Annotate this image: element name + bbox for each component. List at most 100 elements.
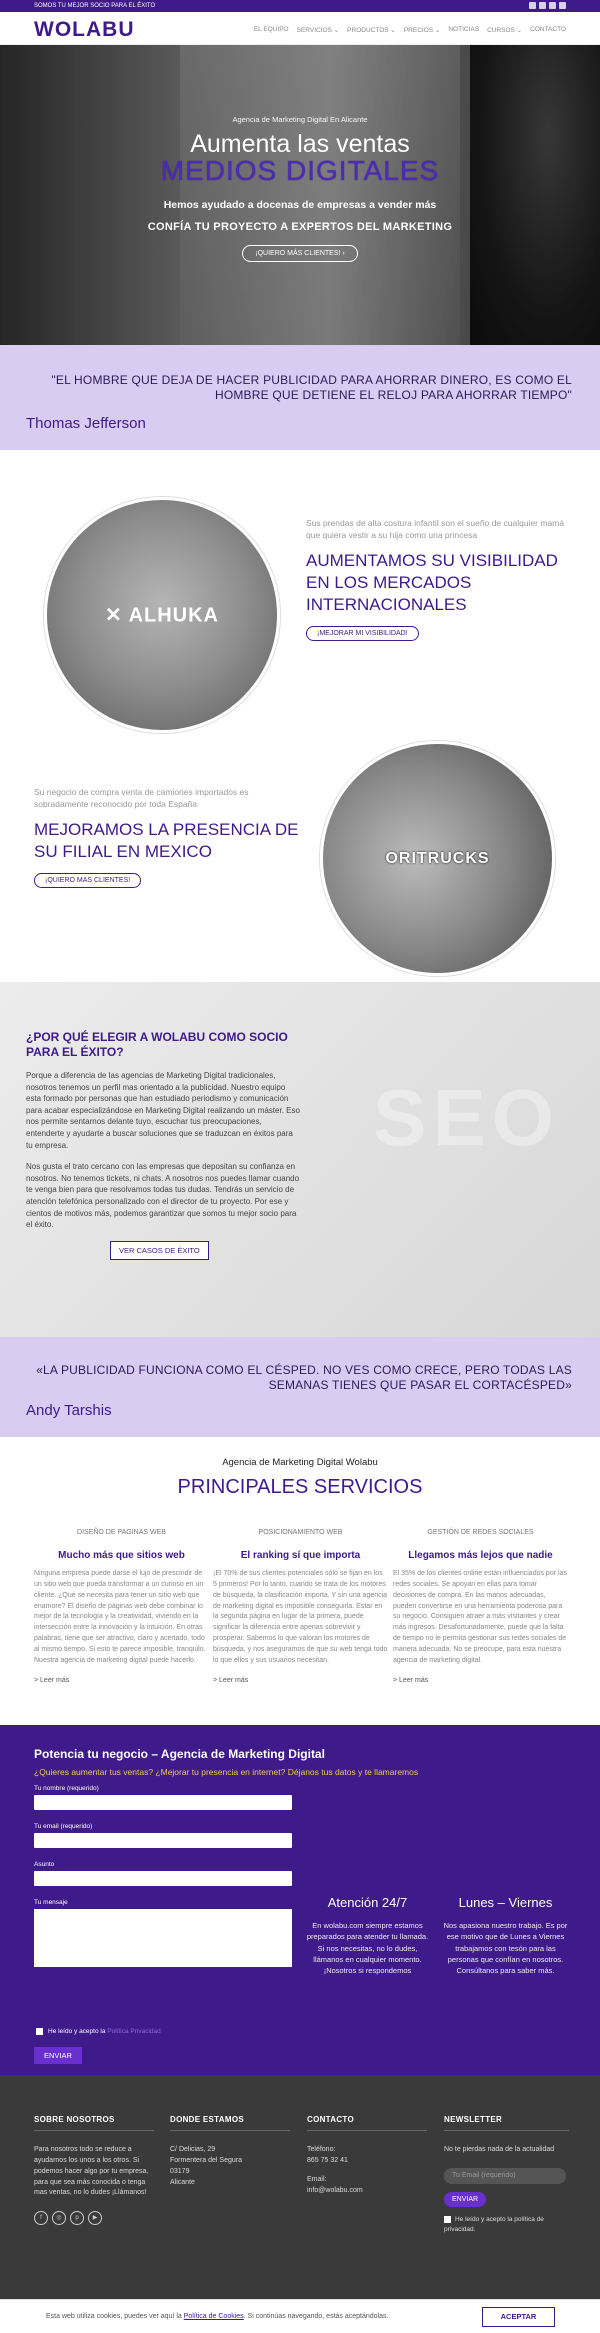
instagram-icon[interactable]: ◎ bbox=[52, 2211, 66, 2226]
footer-social: f ◎ p ▶ bbox=[34, 2211, 154, 2226]
send-button[interactable]: ENVIAR bbox=[34, 2047, 82, 2064]
feature-description: Su negocio de compra venta de camiones i… bbox=[34, 787, 249, 809]
menu-noticias[interactable]: NOTICIAS bbox=[448, 26, 479, 34]
service-tag: DISEÑO DE PAGINAS WEB bbox=[77, 1529, 166, 1536]
why-section: SEO ¿POR QUÉ ELEGIR A WOLABU COMO SOCIO … bbox=[0, 982, 600, 1337]
service-seo: POSICIONAMIENTO WEB El ranking sí que im… bbox=[213, 1529, 388, 1684]
youtube-icon[interactable]: ▶ bbox=[88, 2211, 102, 2226]
newsletter-checkbox[interactable] bbox=[444, 2215, 451, 2223]
menu-equipo[interactable]: EL EQUIPO bbox=[254, 26, 289, 34]
footer-heading: DONDE ESTAMOS bbox=[170, 2115, 290, 2131]
youtube-icon[interactable] bbox=[559, 2, 566, 9]
cookie-bar: Esta web utiliza cookies, puedes ver aqu… bbox=[0, 2299, 600, 2333]
hero-rotating-text: MEDIOS DIGITALES bbox=[160, 155, 440, 186]
menu-precios[interactable]: PRECIOS ⌄ bbox=[404, 26, 441, 34]
privacy-checkbox[interactable] bbox=[36, 2028, 43, 2035]
oritrucks-image: ORITRUCKS bbox=[320, 741, 555, 976]
footer-heading: CONTACTO bbox=[307, 2115, 427, 2131]
footer: SOBRE NOSOTROS Para nosotros todo se red… bbox=[0, 2075, 600, 2299]
service-heading: Llegamos más lejos que nadie bbox=[408, 1550, 553, 1561]
instagram-icon[interactable] bbox=[539, 2, 546, 9]
top-social-icons bbox=[529, 2, 566, 9]
accept-cookies-button[interactable]: ACEPTAR bbox=[482, 2307, 555, 2327]
hero-help-text: Hemos ayudado a docenas de empresas a ve… bbox=[163, 199, 437, 211]
footer-text: Para nosotros todo se reduce a ayudarnos… bbox=[34, 2146, 149, 2197]
feature-heading: AUMENTAMOS SU VISIBILIDAD EN LOS MERCADO… bbox=[306, 550, 558, 614]
cookie-text: Esta web utiliza cookies, puedes ver aqu… bbox=[46, 2313, 389, 2320]
read-more-link[interactable]: > Leer más bbox=[213, 1677, 388, 1684]
hero-trust-text: CONFÍA TU PROYECTO A EXPERTOS DEL MARKET… bbox=[147, 221, 453, 233]
service-heading: El ranking sí que importa bbox=[240, 1550, 361, 1561]
feature-description: Sus prendas de alta costura infantil son… bbox=[306, 518, 564, 540]
why-title: ¿POR QUÉ ELEGIR A WOLABU COMO SOCIO PARA… bbox=[26, 1030, 288, 1059]
main-nav: WOLABU EL EQUIPO SERVICIOS ⌄ PRODUCTOS ⌄… bbox=[0, 12, 600, 45]
menu-productos[interactable]: PRODUCTOS ⌄ bbox=[347, 26, 396, 34]
service-tag: POSICIONAMIENTO WEB bbox=[258, 1529, 343, 1536]
footer-contact: CONTACTO Teléfono: 865 75 32 41 Email: i… bbox=[307, 2115, 427, 2196]
oritrucks-logo: ORITRUCKS bbox=[385, 849, 490, 867]
service-social: GESTIÓN DE REDES SOCIALES Llegamos más l… bbox=[393, 1529, 568, 1684]
info-heading: Atención 24/7 bbox=[327, 1895, 408, 1910]
quote-author: Andy Tarshis bbox=[26, 1402, 112, 1419]
menu: EL EQUIPO SERVICIOS ⌄ PRODUCTOS ⌄ PRECIO… bbox=[254, 26, 566, 34]
footer-heading: SOBRE NOSOTROS bbox=[34, 2115, 154, 2131]
cookie-policy-link[interactable]: Política de Cookies bbox=[184, 2313, 244, 2320]
message-textarea[interactable] bbox=[34, 1909, 292, 1967]
alhuka-logo: ✕ ALHUKA bbox=[104, 604, 219, 627]
hero-subtitle: Agencia de Marketing Digital En Alicante bbox=[232, 115, 368, 124]
name-label: Tu nombre (requerido) bbox=[34, 1785, 99, 1792]
menu-cursos[interactable]: CURSOS ⌄ bbox=[487, 26, 522, 34]
read-more-link[interactable]: > Leer más bbox=[34, 1677, 209, 1684]
name-input[interactable] bbox=[34, 1795, 292, 1810]
email-label: Tu email (requerido) bbox=[34, 1823, 93, 1830]
footer-address: C/ Delicias, 29 Formentera del Segura 03… bbox=[170, 2146, 242, 2186]
menu-contacto[interactable]: CONTACTO bbox=[530, 26, 566, 34]
seo-background-image: SEO bbox=[373, 1073, 560, 1162]
facebook-icon[interactable] bbox=[529, 2, 536, 9]
email-label: Email: bbox=[307, 2175, 327, 2183]
quote-jefferson: "EL HOMBRE QUE DEJA DE HACER PUBLICIDAD … bbox=[0, 345, 600, 450]
feature-alhuka: Sus prendas de alta costura infantil son… bbox=[306, 518, 576, 642]
service-tag: GESTIÓN DE REDES SOCIALES bbox=[427, 1529, 534, 1536]
subject-input[interactable] bbox=[34, 1871, 292, 1886]
info-text: En wolabu.com siempre estamos preparados… bbox=[306, 1921, 429, 1975]
success-cases-button[interactable]: VER CASOS DE ÉXITO bbox=[110, 1240, 209, 1260]
footer-text: No te pierdas nada de la actualidad bbox=[444, 2146, 555, 2153]
services-title: PRINCIPALES SERVICIOS bbox=[177, 1476, 423, 1498]
privacy-link[interactable]: Política Privacidad bbox=[107, 2028, 160, 2035]
service-web-design: DISEÑO DE PAGINAS WEB Mucho más que siti… bbox=[34, 1529, 209, 1684]
email-link[interactable]: info@wolabu.com bbox=[307, 2186, 427, 2197]
hero-content: Agencia de Marketing Digital En Alicante… bbox=[0, 115, 600, 262]
newsletter-email-input[interactable]: Tu Email (requerido) bbox=[444, 2167, 566, 2184]
top-bar: SOMOS TU MEJOR SOCIO PARA EL ÉXITO bbox=[0, 0, 600, 12]
services-section: Agencia de Marketing Digital Wolabu PRIN… bbox=[0, 1437, 600, 1725]
email-input[interactable] bbox=[34, 1833, 292, 1848]
logo[interactable]: WOLABU bbox=[34, 18, 134, 42]
facebook-icon[interactable]: f bbox=[34, 2211, 48, 2226]
quote-tarshis: «LA PUBLICIDAD FUNCIONA COMO EL CÉSPED. … bbox=[0, 1337, 600, 1437]
read-more-link[interactable]: > Leer más bbox=[393, 1677, 568, 1684]
feature-oritrucks: Su negocio de compra venta de camiones i… bbox=[34, 787, 304, 888]
info-heading: Lunes – Viernes bbox=[458, 1895, 553, 1910]
hero: Agencia de Marketing Digital En Alicante… bbox=[0, 45, 600, 345]
service-text: ¡El 70% de sus clientes potenciales sólo… bbox=[213, 1570, 388, 1664]
improve-visibility-button[interactable]: ¡MEJORAR MI VISIBILIDAD! bbox=[306, 626, 419, 642]
pinterest-icon[interactable] bbox=[549, 2, 556, 9]
footer-where: DONDE ESTAMOS C/ Delicias, 29 Formentera… bbox=[170, 2115, 290, 2188]
services-subtitle: Agencia de Marketing Digital Wolabu bbox=[222, 1457, 378, 1468]
newsletter-send-button[interactable]: ENVIAR bbox=[444, 2191, 487, 2207]
footer-about: SOBRE NOSOTROS Para nosotros todo se red… bbox=[34, 2115, 154, 2226]
form-title: Potencia tu negocio – Agencia de Marketi… bbox=[34, 1747, 325, 1761]
hero-cta-button[interactable]: ¡QUIERO MÁS CLIENTES! › bbox=[242, 245, 358, 262]
quote-author: Thomas Jefferson bbox=[26, 415, 146, 432]
more-clients-button[interactable]: ¡QUIERO MAS CLIENTES! bbox=[34, 872, 142, 888]
form-intro: ¿Quieres aumentar tus ventas? ¿Mejorar t… bbox=[34, 1767, 419, 1777]
quote-text: "EL HOMBRE QUE DEJA DE HACER PUBLICIDAD … bbox=[51, 373, 572, 402]
pinterest-icon[interactable]: p bbox=[70, 2211, 84, 2226]
service-text: Ninguna empresa puede darse el lujo de p… bbox=[34, 1570, 206, 1664]
alhuka-image: ✕ ALHUKA bbox=[44, 497, 280, 733]
footer-newsletter: NEWSLETTER No te pierdas nada de la actu… bbox=[444, 2115, 569, 2236]
phone-number[interactable]: 865 75 32 41 bbox=[307, 2156, 427, 2167]
menu-servicios[interactable]: SERVICIOS ⌄ bbox=[297, 26, 340, 34]
top-bar-text: SOMOS TU MEJOR SOCIO PARA EL ÉXITO bbox=[34, 3, 156, 9]
